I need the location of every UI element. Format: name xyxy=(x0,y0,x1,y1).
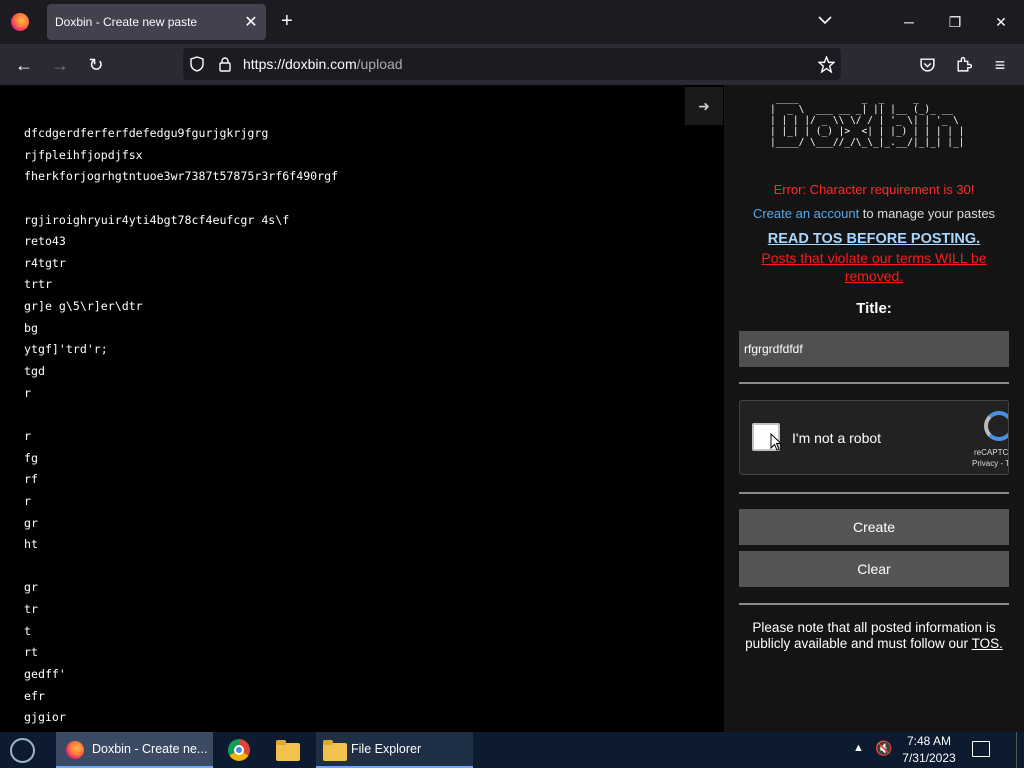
extensions-icon[interactable] xyxy=(955,56,972,73)
divider xyxy=(739,382,1009,384)
forward-icon[interactable]: → xyxy=(49,54,71,76)
recaptcha-label: I'm not a robot xyxy=(792,430,882,446)
show-desktop-button[interactable] xyxy=(1016,732,1024,768)
paste-line: gr xyxy=(24,515,38,530)
chrome-icon xyxy=(228,739,250,761)
paste-line: ytgf]'trd'r; xyxy=(24,342,108,357)
reload-icon[interactable]: ↻ xyxy=(85,54,107,76)
paste-line: efr xyxy=(24,688,45,703)
paste-line: rt xyxy=(24,645,38,660)
create-button[interactable]: Create xyxy=(739,509,1009,545)
notification-icon[interactable] xyxy=(972,741,990,757)
recaptcha-logo-icon xyxy=(984,411,1008,441)
tab-title: Doxbin - Create new paste xyxy=(55,15,198,29)
paste-line xyxy=(24,404,338,426)
folder-icon xyxy=(323,740,347,761)
error-message: Error: Character requirement is 30! xyxy=(773,182,975,197)
tab-close-icon[interactable]: ✕ xyxy=(242,12,260,32)
account-prompt: Create an account to manage your pastes xyxy=(724,206,1024,221)
paste-line: r xyxy=(24,385,31,400)
minimize-icon[interactable]: ─ xyxy=(894,8,924,36)
public-notice-text: Please note that all posted information … xyxy=(745,620,996,651)
paste-line: gr xyxy=(24,580,38,595)
paste-line: rgjiroighryuir4yti4bgt78cf4eufcgr 4s\f xyxy=(24,212,290,227)
taskbar-firefox-label: Doxbin - Create ne... xyxy=(92,742,208,756)
paste-textarea[interactable]: dfcdgerdferferfdefedgu9fgurjgkrjgrg rjfpl… xyxy=(0,85,724,732)
paste-line xyxy=(24,556,338,578)
recaptcha-widget: I'm not a robot reCAPTC Privacy - T xyxy=(739,400,1009,475)
taskbar-file-explorer[interactable]: File Explorer xyxy=(316,732,473,768)
paste-line: t xyxy=(24,623,31,638)
start-button[interactable] xyxy=(10,738,35,763)
taskbar-chrome[interactable] xyxy=(216,732,262,768)
paste-line: gedff' xyxy=(24,667,66,682)
paste-line: rf xyxy=(24,472,38,487)
recaptcha-brand: reCAPTC xyxy=(974,448,1009,457)
paste-line: ht xyxy=(24,537,38,552)
arrow-right-icon: ➜ xyxy=(698,98,710,114)
sidebar-panel: ____ _ _ _ | _ \ ___ __ _| || |__ (_)_ _… xyxy=(724,85,1024,732)
clock-time[interactable]: 7:48 AM xyxy=(899,734,959,748)
paste-line xyxy=(24,188,338,210)
tray-chevron-up-icon[interactable]: ▲ xyxy=(853,742,864,754)
paste-line: gjgior xyxy=(24,710,66,725)
windows-taskbar: Doxbin - Create ne... File Explorer ▲ 🔇 … xyxy=(0,732,1024,768)
account-prompt-text: to manage your pastes xyxy=(859,206,996,221)
firefox-icon xyxy=(66,741,84,759)
paste-line: dfcdgerdferferfdefedgu9fgurjgkrjgrg xyxy=(24,126,269,140)
browser-tab-strip: Doxbin - Create new paste ✕ + ─ ❐ ✕ xyxy=(0,0,1024,44)
taskbar-file-explorer-label: File Explorer xyxy=(351,742,422,756)
create-account-link[interactable]: Create an account xyxy=(753,206,859,221)
paste-line: r xyxy=(24,493,31,508)
chevron-down-icon[interactable] xyxy=(817,12,833,28)
paste-line: r xyxy=(24,428,31,443)
paste-line: trtr xyxy=(24,277,52,292)
window-close-icon[interactable]: ✕ xyxy=(986,8,1016,36)
paste-content: dfcdgerdferferfdefedgu9fgurjgkrjgrg rjfpl… xyxy=(24,123,338,729)
title-label: Title: xyxy=(856,300,892,317)
paste-line: reto43 xyxy=(24,234,66,249)
public-notice: Please note that all posted information … xyxy=(744,620,1004,652)
folder-icon xyxy=(276,740,300,761)
recaptcha-privacy-links[interactable]: Privacy - T xyxy=(972,459,1008,468)
shield-icon[interactable] xyxy=(189,56,205,72)
tos-warning-link[interactable]: Posts that violate our terms WILL be rem… xyxy=(752,249,996,285)
title-input[interactable] xyxy=(739,331,1009,367)
url-bar[interactable]: https://doxbin.com/upload xyxy=(183,48,841,80)
paste-line: gr]e g\5\r]er\dtr xyxy=(24,299,143,314)
back-icon[interactable]: ← xyxy=(13,54,35,76)
paste-line: r4tgtr xyxy=(24,255,66,270)
new-tab-icon[interactable]: + xyxy=(281,10,293,33)
paste-line: fg xyxy=(24,450,38,465)
url-host: https://doxbin.com xyxy=(243,56,357,72)
lock-icon[interactable] xyxy=(217,56,233,72)
mouse-cursor-icon xyxy=(770,433,782,451)
paste-line: rjfpleihfjopdjfsx xyxy=(24,147,143,162)
bookmark-star-icon[interactable] xyxy=(818,56,835,73)
browser-nav-bar: ← → ↻ https://doxbin.com/upload ≡ xyxy=(0,44,1024,85)
tos-heading-link[interactable]: READ TOS BEFORE POSTING. xyxy=(724,231,1024,247)
volume-muted-icon[interactable]: 🔇 xyxy=(875,740,892,757)
url-text[interactable]: https://doxbin.com/upload xyxy=(243,56,403,72)
divider xyxy=(739,603,1009,605)
firefox-menu-icon[interactable] xyxy=(11,13,29,31)
hamburger-menu-icon[interactable]: ≡ xyxy=(989,54,1011,76)
taskbar-folder[interactable] xyxy=(264,732,312,768)
url-path: /upload xyxy=(356,56,403,72)
taskbar-firefox[interactable]: Doxbin - Create ne... xyxy=(56,732,213,768)
pocket-icon[interactable] xyxy=(919,56,936,73)
paste-line: tgd xyxy=(24,364,45,379)
paste-line: fherkforjogrhgtntuoe3wr7387t57875r3rf6f4… xyxy=(24,169,339,184)
paste-line: tr xyxy=(24,602,38,617)
doxbin-logo[interactable]: ____ _ _ _ | _ \ ___ __ _| || |__ (_)_ _… xyxy=(770,93,964,148)
restore-icon[interactable]: ❐ xyxy=(940,8,970,36)
tab-doxbin[interactable]: Doxbin - Create new paste ✕ xyxy=(47,4,266,40)
paste-line: bg xyxy=(24,320,38,335)
tos-link[interactable]: TOS. xyxy=(972,636,1003,651)
clear-button[interactable]: Clear xyxy=(739,551,1009,587)
clock-date[interactable]: 7/31/2023 xyxy=(899,751,959,765)
divider xyxy=(739,492,1009,494)
collapse-sidebar-button[interactable]: ➜ xyxy=(685,87,723,125)
